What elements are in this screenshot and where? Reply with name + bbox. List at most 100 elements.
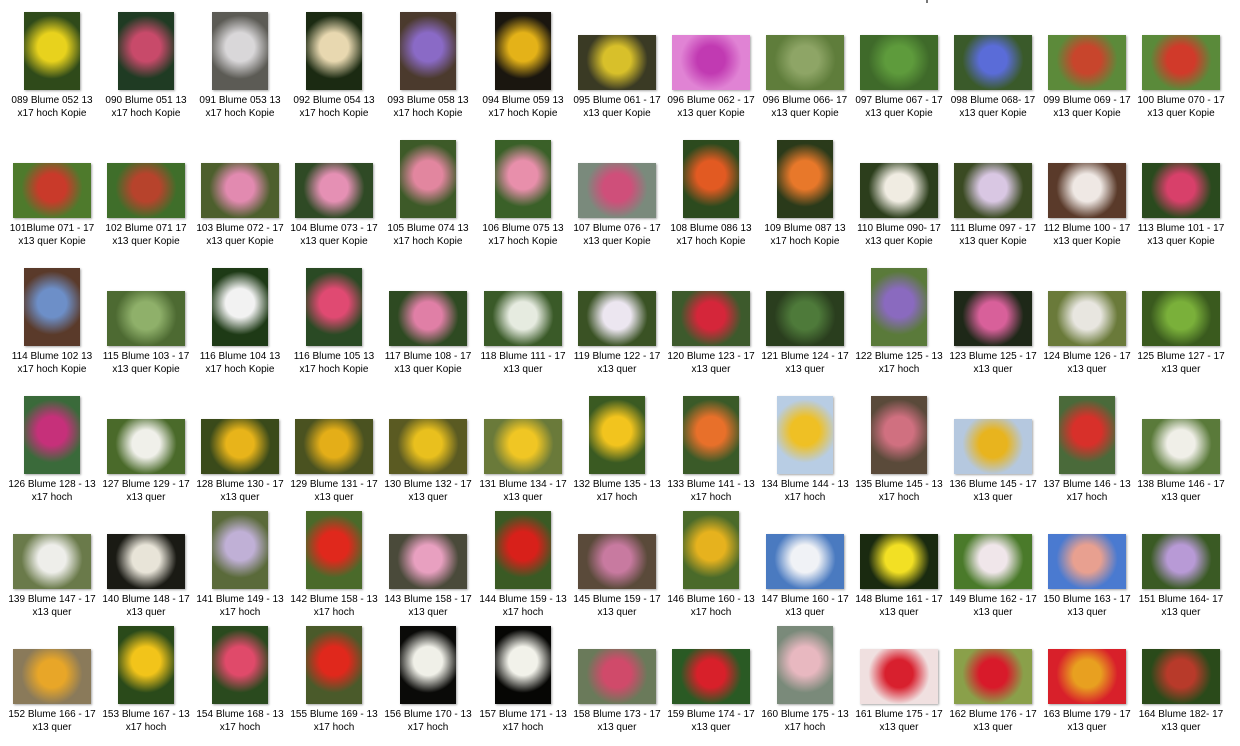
file-item[interactable]: 114 Blume 102 13 x17 hoch Kopie xyxy=(5,264,99,388)
image-thumbnail[interactable] xyxy=(578,649,656,704)
image-thumbnail[interactable] xyxy=(495,140,551,218)
file-item[interactable]: 101Blume 071 - 17 x13 quer Kopie xyxy=(5,136,99,260)
file-item[interactable]: 124 Blume 126 - 17 x13 quer xyxy=(1040,264,1134,388)
image-thumbnail[interactable] xyxy=(295,163,373,218)
image-thumbnail[interactable] xyxy=(589,396,645,474)
file-item[interactable]: 113 Blume 101 - 17 x13 quer Kopie xyxy=(1134,136,1228,260)
file-item[interactable]: 142 Blume 158 - 13 x17 hoch xyxy=(287,507,381,631)
image-thumbnail[interactable] xyxy=(860,35,938,90)
file-item[interactable]: 154 Blume 168 - 13 x17 hoch xyxy=(193,622,287,746)
file-item[interactable]: 098 Blume 068- 17 x13 quer Kopie xyxy=(946,8,1040,132)
image-thumbnail[interactable] xyxy=(295,419,373,474)
image-thumbnail[interactable] xyxy=(683,511,739,589)
file-item[interactable]: 156 Blume 170 - 13 x17 hoch xyxy=(381,622,475,746)
file-item[interactable]: 119 Blume 122 - 17 x13 quer xyxy=(570,264,664,388)
file-item[interactable]: 133 Blume 141 - 13 x17 hoch xyxy=(664,392,758,516)
file-item[interactable]: 122 Blume 125 - 13 x17 hoch xyxy=(852,264,946,388)
file-item[interactable]: 116 Blume 104 13 x17 hoch Kopie xyxy=(193,264,287,388)
file-item[interactable]: 134 Blume 144 - 13 x17 hoch xyxy=(758,392,852,516)
file-item[interactable]: 135 Blume 145 - 13 x17 hoch xyxy=(852,392,946,516)
file-item[interactable]: 164 Blume 182- 17 x13 quer xyxy=(1134,622,1228,746)
image-thumbnail[interactable] xyxy=(107,291,185,346)
file-item[interactable]: 138 Blume 146 - 17 x13 quer xyxy=(1134,392,1228,516)
file-item[interactable]: 130 Blume 132 - 17 x13 quer xyxy=(381,392,475,516)
image-thumbnail[interactable] xyxy=(871,396,927,474)
image-thumbnail[interactable] xyxy=(672,649,750,704)
image-thumbnail[interactable] xyxy=(1142,291,1220,346)
image-thumbnail[interactable] xyxy=(578,534,656,589)
file-item[interactable]: 140 Blume 148 - 17 x13 quer xyxy=(99,507,193,631)
image-thumbnail[interactable] xyxy=(24,396,80,474)
image-thumbnail[interactable] xyxy=(777,626,833,704)
file-item[interactable]: 128 Blume 130 - 17 x13 quer xyxy=(193,392,287,516)
file-item[interactable]: 161 Blume 175 - 17 x13 quer xyxy=(852,622,946,746)
image-thumbnail[interactable] xyxy=(860,163,938,218)
image-thumbnail[interactable] xyxy=(954,534,1032,589)
image-thumbnail[interactable] xyxy=(954,291,1032,346)
file-item[interactable]: 103 Blume 072 - 17 x13 quer Kopie xyxy=(193,136,287,260)
file-item[interactable]: 108 Blume 086 13 x17 hoch Kopie xyxy=(664,136,758,260)
file-item[interactable]: 127 Blume 129 - 17 x13 quer xyxy=(99,392,193,516)
file-item[interactable]: 090 Blume 051 13 x17 hoch Kopie xyxy=(99,8,193,132)
image-thumbnail[interactable] xyxy=(954,35,1032,90)
file-item[interactable]: 137 Blume 146 - 13 x17 hoch xyxy=(1040,392,1134,516)
file-item[interactable]: 096 Blume 062 - 17 x13 quer Kopie xyxy=(664,8,758,132)
image-thumbnail[interactable] xyxy=(212,268,268,346)
image-thumbnail[interactable] xyxy=(954,649,1032,704)
file-item[interactable]: 151 Blume 164- 17 x13 quer xyxy=(1134,507,1228,631)
image-thumbnail[interactable] xyxy=(118,626,174,704)
image-thumbnail[interactable] xyxy=(212,511,268,589)
image-thumbnail[interactable] xyxy=(118,12,174,90)
image-thumbnail[interactable] xyxy=(201,419,279,474)
file-item[interactable]: 096 Blume 066- 17 x13 quer Kopie xyxy=(758,8,852,132)
file-item[interactable]: 155 Blume 169 - 13 x17 hoch xyxy=(287,622,381,746)
image-thumbnail[interactable] xyxy=(672,291,750,346)
file-item[interactable]: 105 Blume 074 13 x17 hoch Kopie xyxy=(381,136,475,260)
image-thumbnail[interactable] xyxy=(306,12,362,90)
file-item[interactable]: 129 Blume 131 - 17 x13 quer xyxy=(287,392,381,516)
image-thumbnail[interactable] xyxy=(24,12,80,90)
file-item[interactable]: 157 Blume 171 - 13 x17 hoch xyxy=(476,622,570,746)
file-item[interactable]: 118 Blume 111 - 17 x13 quer xyxy=(476,264,570,388)
image-thumbnail[interactable] xyxy=(389,534,467,589)
file-item[interactable]: 092 Blume 054 13 x17 hoch Kopie xyxy=(287,8,381,132)
file-item[interactable]: 095 Blume 061 - 17 x13 quer Kopie xyxy=(570,8,664,132)
image-thumbnail[interactable] xyxy=(1142,649,1220,704)
file-item[interactable]: 115 Blume 103 - 17 x13 quer Kopie xyxy=(99,264,193,388)
image-thumbnail[interactable] xyxy=(400,140,456,218)
image-thumbnail[interactable] xyxy=(683,140,739,218)
image-thumbnail[interactable] xyxy=(1142,419,1220,474)
image-thumbnail[interactable] xyxy=(578,163,656,218)
image-thumbnail[interactable] xyxy=(1142,35,1220,90)
file-item[interactable]: 131 Blume 134 - 17 x13 quer xyxy=(476,392,570,516)
file-item[interactable]: 146 Blume 160 - 13 x17 hoch xyxy=(664,507,758,631)
file-item[interactable]: 145 Blume 159 - 17 x13 quer xyxy=(570,507,664,631)
image-thumbnail[interactable] xyxy=(389,419,467,474)
image-thumbnail[interactable] xyxy=(495,12,551,90)
file-item[interactable]: 162 Blume 176 - 17 x13 quer xyxy=(946,622,1040,746)
image-thumbnail[interactable] xyxy=(400,12,456,90)
file-item[interactable]: 097 Blume 067 - 17 x13 quer Kopie xyxy=(852,8,946,132)
file-item[interactable]: 136 Blume 145 - 17 x13 quer xyxy=(946,392,1040,516)
file-item[interactable]: 094 Blume 059 13 x17 hoch Kopie xyxy=(476,8,570,132)
file-item[interactable]: 126 Blume 128 - 13 x17 hoch xyxy=(5,392,99,516)
image-thumbnail[interactable] xyxy=(107,163,185,218)
file-item[interactable]: 153 Blume 167 - 13 x17 hoch xyxy=(99,622,193,746)
image-thumbnail[interactable] xyxy=(484,419,562,474)
file-item[interactable]: 132 Blume 135 - 13 x17 hoch xyxy=(570,392,664,516)
image-thumbnail[interactable] xyxy=(860,649,938,704)
file-item[interactable]: 144 Blume 159 - 13 x17 hoch xyxy=(476,507,570,631)
image-thumbnail[interactable] xyxy=(1142,534,1220,589)
file-item[interactable]: 102 Blume 071 17 x13 quer Kopie xyxy=(99,136,193,260)
file-item[interactable]: 110 Blume 090- 17 x13 quer Kopie xyxy=(852,136,946,260)
file-item[interactable]: 121 Blume 124 - 17 x13 quer xyxy=(758,264,852,388)
image-thumbnail[interactable] xyxy=(484,291,562,346)
file-item[interactable]: 143 Blume 158 - 17 x13 quer xyxy=(381,507,475,631)
file-item[interactable]: 093 Blume 058 13 x17 hoch Kopie xyxy=(381,8,475,132)
file-item[interactable]: 099 Blume 069 - 17 x13 quer Kopie xyxy=(1040,8,1134,132)
file-item[interactable]: 107 Blume 076 - 17 x13 quer Kopie xyxy=(570,136,664,260)
file-item[interactable]: 089 Blume 052 13 x17 hoch Kopie xyxy=(5,8,99,132)
file-item[interactable]: 104 Blume 073 - 17 x13 quer Kopie xyxy=(287,136,381,260)
image-thumbnail[interactable] xyxy=(495,511,551,589)
file-item[interactable]: 141 Blume 149 - 13 x17 hoch xyxy=(193,507,287,631)
